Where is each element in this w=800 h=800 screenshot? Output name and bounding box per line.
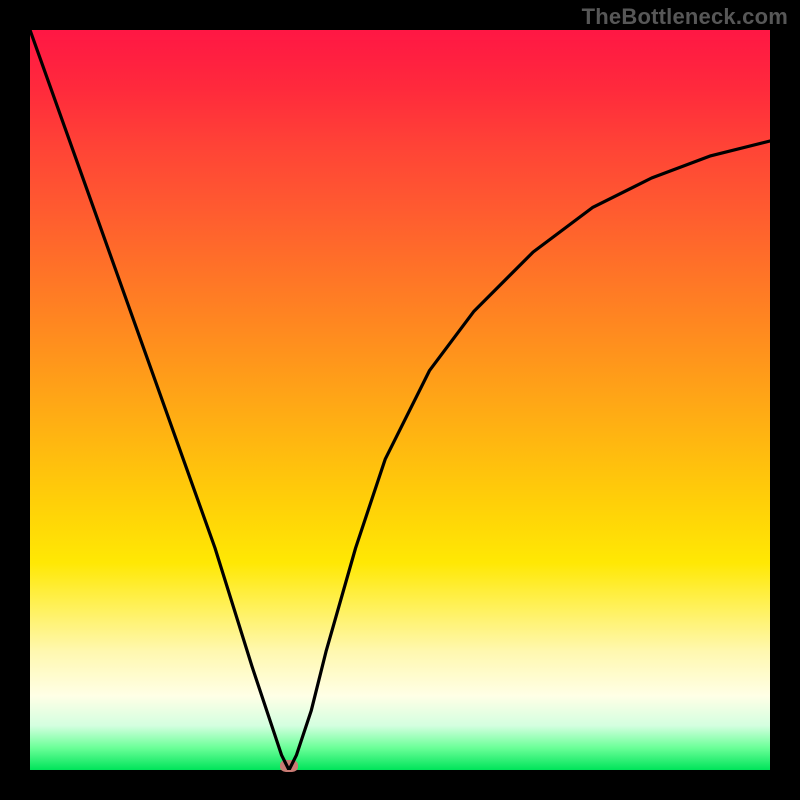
chart-frame: TheBottleneck.com	[0, 0, 800, 800]
bottleneck-curve	[30, 30, 770, 770]
watermark-label: TheBottleneck.com	[582, 4, 788, 30]
